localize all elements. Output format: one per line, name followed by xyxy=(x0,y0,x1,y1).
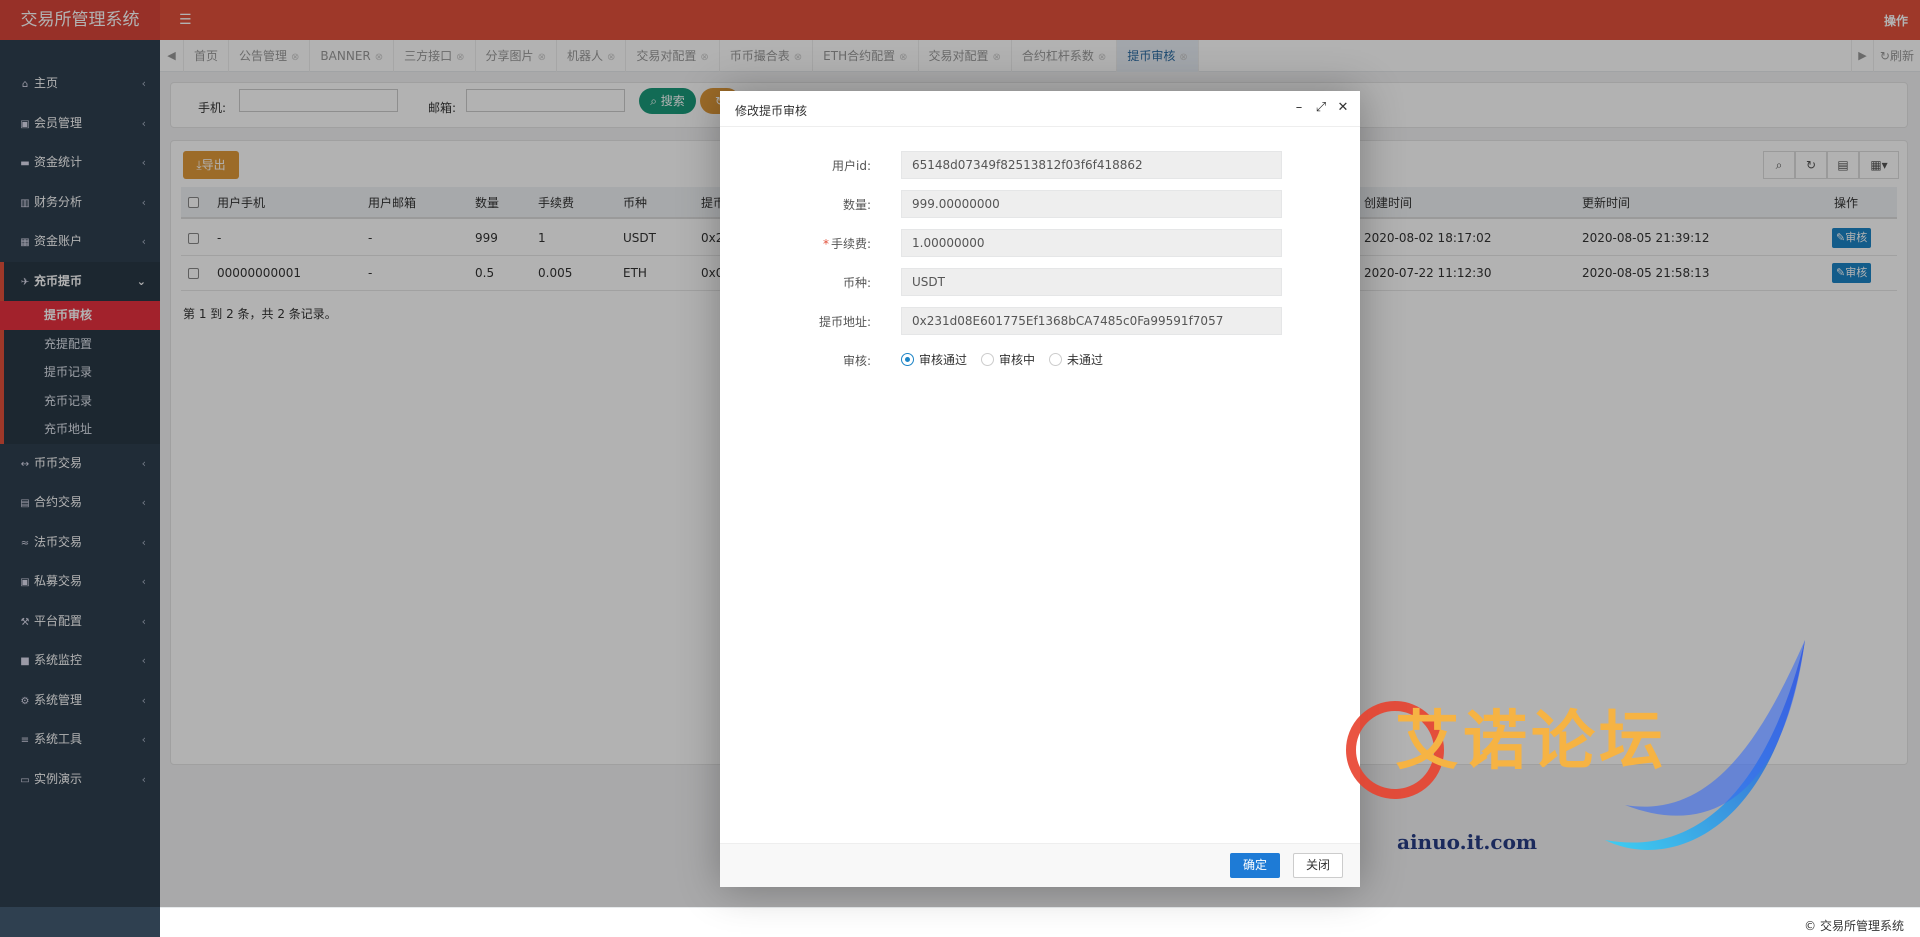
form-row-address: 提币地址: 0x231d08E601775Ef1368bCA7485c0Fa99… xyxy=(720,307,1360,335)
watermark-logo: 艾诺论坛 ainuo.it.com xyxy=(1335,640,1805,890)
edit-withdraw-dialog: 修改提币审核 – ⤢ ✕ 用户id: 65148d07349f82513812f… xyxy=(720,91,1360,887)
radio-label: 审核通过 xyxy=(919,353,968,367)
address-label: 提币地址: xyxy=(818,315,871,329)
watermark-url: ainuo.it.com xyxy=(1397,830,1538,854)
audit-radio-group: 审核通过 审核中 未通过 xyxy=(901,351,1103,368)
radio-label: 审核中 xyxy=(999,353,1036,367)
radio-label: 未通过 xyxy=(1067,353,1104,367)
fee-field[interactable]: 1.00000000 xyxy=(901,229,1282,257)
close-icon[interactable]: ✕ xyxy=(1336,100,1350,115)
amount-field[interactable]: 999.00000000 xyxy=(901,190,1282,218)
audit-pending-radio[interactable]: 审核中 xyxy=(981,351,1035,368)
form-row-user-id: 用户id: 65148d07349f82513812f03f6f418862 xyxy=(720,151,1360,179)
dialog-footer: 确定 关闭 xyxy=(720,843,1360,887)
maximize-icon[interactable]: ⤢ xyxy=(1314,100,1328,115)
audit-status-label: 审核: xyxy=(842,354,871,368)
fee-label-text: 手续费: xyxy=(830,237,871,251)
required-marker: * xyxy=(822,237,829,251)
dialog-title: 修改提币审核 xyxy=(735,104,808,118)
audit-approved-radio[interactable]: 审核通过 xyxy=(901,351,967,368)
coin-label: 币种: xyxy=(842,276,871,290)
address-field[interactable]: 0x231d08E601775Ef1368bCA7485c0Fa99591f70… xyxy=(901,307,1282,335)
coin-field[interactable]: USDT xyxy=(901,268,1282,296)
watermark-text: 艾诺论坛 xyxy=(1395,704,1667,779)
form-row-amount: 数量: 999.00000000 xyxy=(720,190,1360,218)
audit-rejected-radio[interactable]: 未通过 xyxy=(1049,351,1103,368)
footer-copyright: © 交易所管理系统 xyxy=(1804,919,1904,933)
amount-label: 数量: xyxy=(842,198,871,212)
user-id-field[interactable]: 65148d07349f82513812f03f6f418862 xyxy=(901,151,1282,179)
confirm-button[interactable]: 确定 xyxy=(1230,853,1280,878)
minimize-icon[interactable]: – xyxy=(1292,100,1306,115)
user-id-label: 用户id: xyxy=(832,159,871,173)
dialog-header: 修改提币审核 – ⤢ ✕ xyxy=(720,91,1360,127)
form-row-fee: * 手续费: 1.00000000 xyxy=(720,229,1360,257)
fee-label: * 手续费: xyxy=(823,235,871,252)
form-row-coin: 币种: USDT xyxy=(720,268,1360,296)
form-row-audit: 审核: 审核通过 审核中 未通过 xyxy=(720,346,1360,374)
footer: © 交易所管理系统 xyxy=(160,907,1920,937)
